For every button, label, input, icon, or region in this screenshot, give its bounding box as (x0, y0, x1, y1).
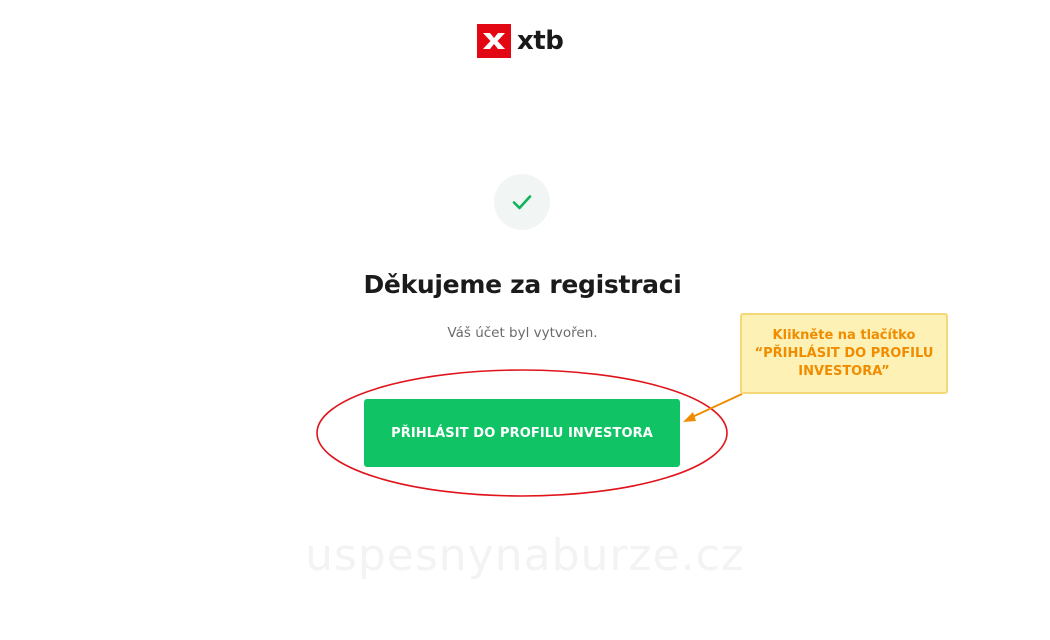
callout-arrowhead (683, 412, 696, 422)
logo-wordmark: xtb (517, 26, 564, 56)
site-watermark: uspesnynaburze.cz (305, 530, 745, 581)
page-title: Děkujeme za registraci (363, 270, 682, 299)
instruction-callout: Klikněte na tlačítko “PŘIHLÁSIT DO PROFI… (740, 313, 948, 394)
checkmark-icon (512, 195, 532, 210)
xtb-logo-icon (477, 24, 511, 58)
xtb-logo[interactable]: xtb (477, 24, 564, 58)
callout-arrow (689, 393, 743, 419)
login-investor-profile-button[interactable]: PŘIHLÁSIT DO PROFILU INVESTORA (364, 399, 680, 467)
registration-success-page: xtb Děkujeme za registraci Váš účet byl … (0, 0, 1050, 640)
success-badge (494, 174, 550, 230)
